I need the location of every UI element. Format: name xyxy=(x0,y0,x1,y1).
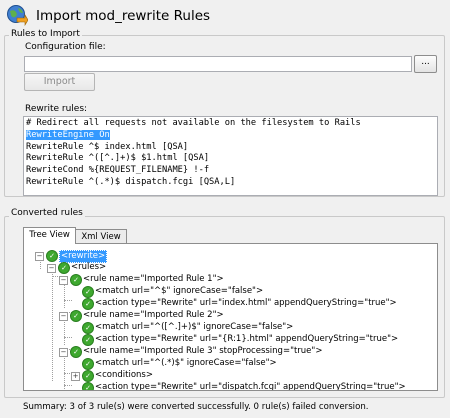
minus-icon[interactable]: − xyxy=(59,312,68,321)
tree-node-label: <conditions> xyxy=(95,370,153,380)
tree-node-label: <action type="Rewrite" url="index.html" … xyxy=(95,298,397,308)
tree-node-label: <match url="^([^.]+)$" ignoreCase="false… xyxy=(95,322,294,332)
minus-icon[interactable]: − xyxy=(47,264,56,273)
tree-node-label: <match url="^(.*)$" ignoreCase="false"> xyxy=(95,358,277,368)
import-button[interactable]: Import xyxy=(24,73,95,91)
check-icon: ✓ xyxy=(82,382,94,390)
tab-xml-view[interactable]: Xml View xyxy=(75,229,127,244)
code-line: RewriteRule ^([^.]+)$ $1.html [QSA] xyxy=(26,153,210,164)
conversion-summary: Summary: 3 of 3 rule(s) were converted s… xyxy=(23,402,369,412)
tree-node-label: <rule name="Imported Rule 2"> xyxy=(83,310,224,320)
check-icon: ✓ xyxy=(82,358,94,370)
page-title: Import mod_rewrite Rules xyxy=(36,8,211,24)
tree-node-label: <action type="Rewrite" url="dispatch.fcg… xyxy=(95,382,406,391)
globe-arrow-icon xyxy=(6,4,29,27)
tree-node-label: <rule name="Imported Rule 1"> xyxy=(83,274,224,284)
tree-node-label: <rules> xyxy=(71,262,107,272)
code-line: RewriteRule ^(.*)$ dispatch.fcgi [QSA,L] xyxy=(26,176,236,187)
code-line: RewriteCond %{REQUEST_FILENAME} !-f xyxy=(26,165,210,176)
minus-icon[interactable]: − xyxy=(59,276,68,285)
converted-rules-legend: Converted rules xyxy=(9,208,85,218)
configuration-file-input[interactable] xyxy=(24,56,412,72)
browse-button[interactable]: ... xyxy=(414,55,437,73)
check-icon: ✓ xyxy=(70,274,82,286)
check-icon: ✓ xyxy=(70,346,82,358)
check-icon: ✓ xyxy=(58,262,70,274)
check-icon: ✓ xyxy=(70,310,82,322)
check-icon: ✓ xyxy=(82,298,94,310)
tree-node-label: <match url="^$" ignoreCase="false"> xyxy=(95,286,264,296)
code-line: RewriteRule ^$ index.html [QSA] xyxy=(26,141,189,152)
check-icon: ✓ xyxy=(46,250,58,262)
tree-node-label: <rule name="Imported Rule 3" stopProcess… xyxy=(83,346,323,356)
plus-icon[interactable]: + xyxy=(71,372,80,381)
minus-icon[interactable]: − xyxy=(59,348,68,357)
tab-tree-view[interactable]: Tree View xyxy=(23,227,76,244)
rules-tree-view[interactable]: − ✓ <rewrite> − ✓ <rules> − ✓ <rule name… xyxy=(23,243,438,391)
check-icon: ✓ xyxy=(82,322,94,334)
configuration-file-label: Configuration file: xyxy=(25,42,106,52)
tree-node-label: <action type="Rewrite" url="{R:1}.html" … xyxy=(95,334,399,344)
minus-icon[interactable]: − xyxy=(35,252,44,261)
rewrite-rules-label: Rewrite rules: xyxy=(25,104,88,114)
code-line: # Redirect all requests not available on… xyxy=(26,118,361,128)
rewrite-rules-textarea[interactable]: # Redirect all requests not available on… xyxy=(23,116,438,196)
check-icon: ✓ xyxy=(82,370,94,382)
check-icon: ✓ xyxy=(82,286,94,298)
rules-to-import-legend: Rules to Import xyxy=(9,29,82,39)
check-icon: ✓ xyxy=(82,334,94,346)
code-line-selected: RewriteEngine On xyxy=(26,129,110,140)
